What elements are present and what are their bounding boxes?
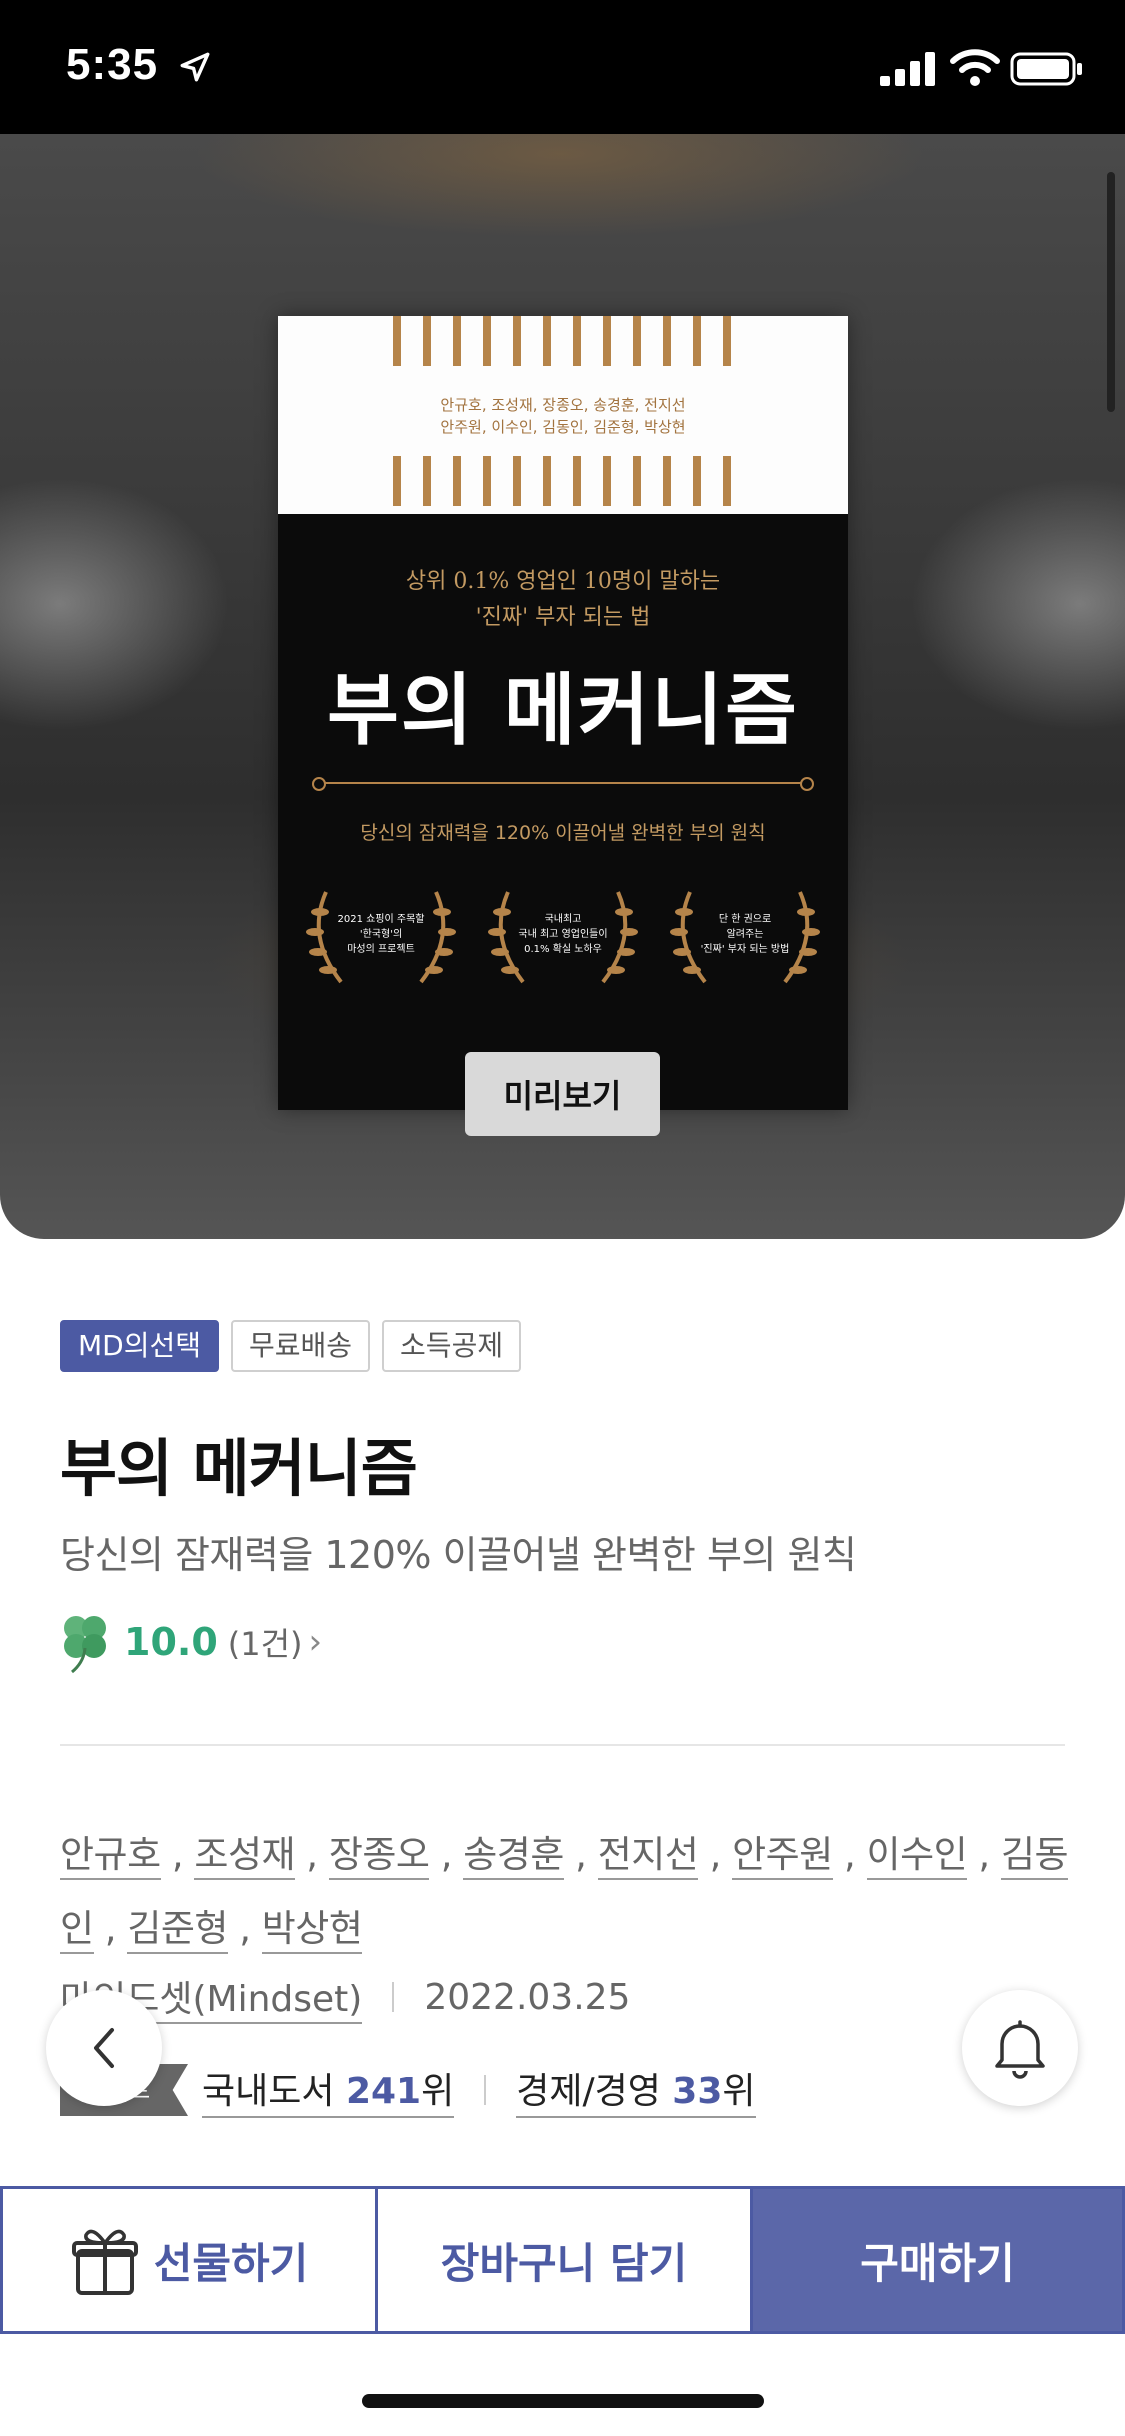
domestic-rank-link[interactable]: 국내도서 241위	[202, 2062, 455, 2118]
cover-tagline-line2: '진짜' 부자 되는 법	[475, 605, 651, 630]
ranking-row: 베스트 국내도서 241위 경제/경영 33위	[60, 2060, 756, 2120]
category-rank-value: 33	[672, 2071, 723, 2112]
chevron-left-icon	[94, 2028, 114, 2068]
cover-laurel-2: 국내최고 국내 최고 영업인들이 0.1% 확실 노하우	[478, 882, 648, 992]
laurel-3-line2: 알려주는	[726, 929, 764, 940]
separator	[392, 1982, 395, 2012]
rating-count: (1건)	[227, 1625, 303, 1663]
laurel-text-1: 2021 쇼핑이 주목할 '한국형'의 마성의 프로젝트	[330, 912, 432, 957]
product-subtitle: 당신의 잠재력을 120% 이끌어낼 완벽한 부의 원칙	[60, 1533, 857, 1577]
cellular-signal-icon	[880, 52, 935, 86]
author-link[interactable]: 송경훈	[463, 1833, 564, 1880]
add-to-cart-button[interactable]: 장바구니 담기	[378, 2186, 753, 2334]
domestic-rank-value: 241	[345, 2071, 422, 2112]
status-time: 5:35	[66, 40, 159, 89]
location-arrow-icon	[180, 52, 210, 82]
home-indicator	[362, 2394, 764, 2408]
cover-tagline-line1: 상위 0.1% 영업인 10명이 말하는	[405, 569, 721, 594]
hero-cover-area: 안규호, 조성재, 장종오, 송경훈, 전지선 안주원, 이수인, 김동인, 김…	[0, 134, 1125, 1239]
badge-row: MD의선택 무료배송 소득공제	[60, 1320, 522, 1372]
category-rank-link[interactable]: 경제/경영 33위	[516, 2062, 756, 2118]
status-bar: 5:35	[0, 0, 1125, 134]
author-link[interactable]: 조성재	[194, 1833, 296, 1880]
cover-stripes-bottom	[393, 456, 733, 506]
wifi-icon	[950, 49, 1000, 86]
cover-divider	[312, 777, 814, 791]
laurel-1-line1: 2021 쇼핑이 주목할	[337, 914, 425, 925]
gift-button[interactable]: 선물하기	[0, 2186, 378, 2334]
preview-button[interactable]: 미리보기	[465, 1052, 660, 1136]
laurel-text-2: 국내최고 국내 최고 영업인들이 0.1% 확실 노하우	[512, 912, 614, 957]
laurel-2-line3: 0.1% 확실 노하우	[524, 944, 602, 955]
author-link[interactable]: 안주원	[732, 1833, 833, 1880]
author-link[interactable]: 전지선	[597, 1833, 699, 1880]
book-cover-top: 안규호, 조성재, 장종오, 송경훈, 전지선 안주원, 이수인, 김동인, 김…	[278, 316, 848, 514]
laurel-1-line3: 마성의 프로젝트	[347, 944, 415, 955]
badge-md-pick: MD의선택	[60, 1320, 219, 1372]
gift-label: 선물하기	[153, 2238, 309, 2288]
bottom-action-bar: 선물하기 장바구니 담기 구매하기	[0, 2186, 1125, 2334]
cover-laurel-1: 2021 쇼핑이 주목할 '한국형'의 마성의 프로젝트	[296, 882, 466, 992]
laurel-2-line2: 국내 최고 영업인들이	[518, 929, 608, 940]
cover-laurel-3: 단 한 권으로 알려주는 '진짜' 부자 되는 방법	[660, 882, 830, 992]
divider	[60, 1744, 1065, 1746]
rating-score: 10.0	[124, 1620, 218, 1664]
laurel-1-line2: '한국형'의	[359, 929, 403, 940]
laurel-3-line1: 단 한 권으로	[718, 914, 772, 925]
battery-icon	[1010, 52, 1082, 86]
scroll-indicator	[1107, 172, 1115, 412]
buy-button[interactable]: 구매하기	[753, 2186, 1125, 2334]
bell-icon	[995, 2020, 1045, 2079]
product-title: 부의 메커니즘	[60, 1432, 418, 1505]
publish-date: 2022.03.25	[424, 1976, 631, 2018]
cover-authors-line2: 안주원, 이수인, 김동인, 김준형, 박상현	[440, 418, 686, 436]
cover-tagline: 상위 0.1% 영업인 10명이 말하는 '진짜' 부자 되는 법	[278, 564, 848, 636]
laurel-2-line1: 국내최고	[544, 914, 582, 925]
cover-subtitle: 당신의 잠재력을 120% 이끌어낼 완벽한 부의 원칙	[360, 822, 766, 844]
domestic-rank-suffix: 위	[421, 2071, 455, 2112]
separator	[484, 2075, 487, 2105]
clover-icon	[64, 1616, 106, 1674]
category-rank-suffix: 위	[722, 2071, 756, 2112]
cover-title: 부의 메커니즘	[327, 665, 799, 756]
category-rank-label: 경제/경영	[516, 2071, 661, 2112]
author-link[interactable]: 이수인	[866, 1833, 968, 1880]
author-list: 안규호 , 조성재 , 장종오 , 송경훈 , 전지선 , 안주원 , 이수인 …	[60, 1818, 1080, 1966]
laurel-3-line3: '진짜' 부자 되는 방법	[700, 944, 790, 955]
author-link[interactable]: 박상현	[261, 1907, 363, 1954]
cover-stripes-top	[393, 316, 733, 366]
book-cover-image[interactable]: 안규호, 조성재, 장종오, 송경훈, 전지선 안주원, 이수인, 김동인, 김…	[278, 316, 848, 1110]
badge-tax-deduction: 소득공제	[382, 1320, 522, 1372]
notification-button[interactable]	[962, 1990, 1078, 2106]
chevron-right-icon: ›	[308, 1622, 323, 1662]
author-link[interactable]: 안규호	[60, 1833, 161, 1880]
rating-row[interactable]: 10.0 (1건) ›	[58, 1610, 322, 1674]
cover-authors-line1: 안규호, 조성재, 장종오, 송경훈, 전지선	[440, 396, 686, 414]
author-link[interactable]: 김준형	[127, 1907, 228, 1954]
laurel-text-3: 단 한 권으로 알려주는 '진짜' 부자 되는 방법	[694, 912, 796, 957]
author-link[interactable]: 장종오	[328, 1833, 430, 1880]
domestic-rank-label: 국내도서	[202, 2071, 335, 2112]
badge-free-shipping: 무료배송	[231, 1320, 371, 1372]
back-button[interactable]	[46, 1990, 162, 2106]
gift-icon	[71, 2229, 138, 2295]
